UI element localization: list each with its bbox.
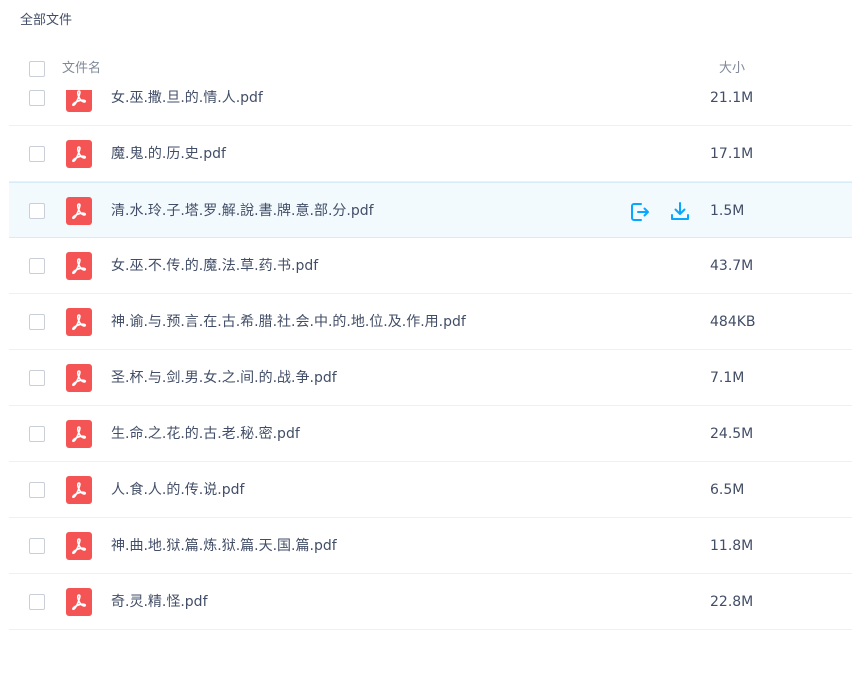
file-name[interactable]: 女.巫.不.传.的.魔.法.草.药.书.pdf <box>111 256 318 276</box>
file-row[interactable]: 奇.灵.精.怪.pdf 22.8M <box>9 574 852 630</box>
file-size: 21.1M <box>710 90 754 106</box>
pdf-icon <box>66 364 92 392</box>
pdf-icon <box>66 252 92 280</box>
file-checkbox[interactable] <box>29 594 45 610</box>
file-checkbox[interactable] <box>29 426 45 442</box>
file-size: 6.5M <box>710 482 745 498</box>
file-checkbox[interactable] <box>29 314 45 330</box>
file-name[interactable]: 清.水.玲.子.塔.罗.解.說.書.牌.意.部.分.pdf <box>111 201 374 221</box>
file-list[interactable]: 女.巫.撒.旦.的.情.人.pdf 21.1M 魔.鬼.的.历.史.pdf 17.1M… <box>0 90 852 650</box>
file-row[interactable]: 人.食.人.的.传.说.pdf 6.5M <box>9 462 852 518</box>
column-header-name[interactable]: 文件名 <box>62 59 101 79</box>
file-size: 24.5M <box>710 426 754 442</box>
file-row[interactable]: 生.命.之.花.的.古.老.秘.密.pdf 24.5M <box>9 406 852 462</box>
select-all-checkbox[interactable] <box>29 61 45 77</box>
file-size: 22.8M <box>710 594 754 610</box>
file-row[interactable]: 神.曲.地.狱.篇.炼.狱.篇.天.国.篇.pdf 11.8M <box>9 518 852 574</box>
list-header: 文件名 大小 <box>0 52 852 86</box>
file-row[interactable]: 清.水.玲.子.塔.罗.解.說.書.牌.意.部.分.pdf 1.5M <box>9 182 852 238</box>
file-name[interactable]: 生.命.之.花.的.古.老.秘.密.pdf <box>111 424 300 444</box>
file-row[interactable]: 女.巫.撒.旦.的.情.人.pdf 21.1M <box>9 90 852 126</box>
file-checkbox[interactable] <box>29 538 45 554</box>
file-name[interactable]: 神.曲.地.狱.篇.炼.狱.篇.天.国.篇.pdf <box>111 536 337 556</box>
pdf-icon <box>66 532 92 560</box>
file-name[interactable]: 神.谕.与.预.言.在.古.希.腊.社.会.中.的.地.位.及.作.用.pdf <box>111 312 466 332</box>
file-row[interactable]: 女.巫.不.传.的.魔.法.草.药.书.pdf 43.7M <box>9 238 852 294</box>
file-row[interactable]: 神.谕.与.预.言.在.古.希.腊.社.会.中.的.地.位.及.作.用.pdf 4… <box>9 294 852 350</box>
file-checkbox[interactable] <box>29 203 45 219</box>
file-browser: 全部文件 文件名 大小 女.巫.撒.旦.的.情.人.pdf 21.1M 魔.鬼.的.… <box>0 0 852 676</box>
pdf-icon <box>66 90 92 112</box>
file-checkbox[interactable] <box>29 370 45 386</box>
share-icon[interactable] <box>628 200 652 224</box>
file-size: 7.1M <box>710 370 745 386</box>
file-size: 1.5M <box>710 203 745 219</box>
file-checkbox[interactable] <box>29 482 45 498</box>
pdf-icon <box>66 308 92 336</box>
file-row[interactable]: 圣.杯.与.剑.男.女.之.间.的.战.争.pdf 7.1M <box>9 350 852 406</box>
file-checkbox[interactable] <box>29 258 45 274</box>
breadcrumb[interactable]: 全部文件 <box>20 11 72 31</box>
file-name[interactable]: 人.食.人.的.传.说.pdf <box>111 480 244 500</box>
file-name[interactable]: 魔.鬼.的.历.史.pdf <box>111 144 226 164</box>
file-name[interactable]: 女.巫.撒.旦.的.情.人.pdf <box>111 90 263 108</box>
file-name[interactable]: 奇.灵.精.怪.pdf <box>111 592 208 612</box>
download-icon[interactable] <box>668 200 692 224</box>
pdf-icon <box>66 476 92 504</box>
file-checkbox[interactable] <box>29 90 45 106</box>
file-size: 43.7M <box>710 258 754 274</box>
file-size: 17.1M <box>710 146 754 162</box>
column-header-size[interactable]: 大小 <box>719 59 745 79</box>
pdf-icon <box>66 197 92 225</box>
file-size: 484KB <box>710 314 756 330</box>
file-row[interactable]: 魔.鬼.的.历.史.pdf 17.1M <box>9 126 852 182</box>
file-name[interactable]: 圣.杯.与.剑.男.女.之.间.的.战.争.pdf <box>111 368 337 388</box>
file-size: 11.8M <box>710 538 754 554</box>
pdf-icon <box>66 588 92 616</box>
pdf-icon <box>66 420 92 448</box>
file-list-inner: 女.巫.撒.旦.的.情.人.pdf 21.1M 魔.鬼.的.历.史.pdf 17.1M… <box>0 90 852 630</box>
pdf-icon <box>66 140 92 168</box>
file-checkbox[interactable] <box>29 146 45 162</box>
